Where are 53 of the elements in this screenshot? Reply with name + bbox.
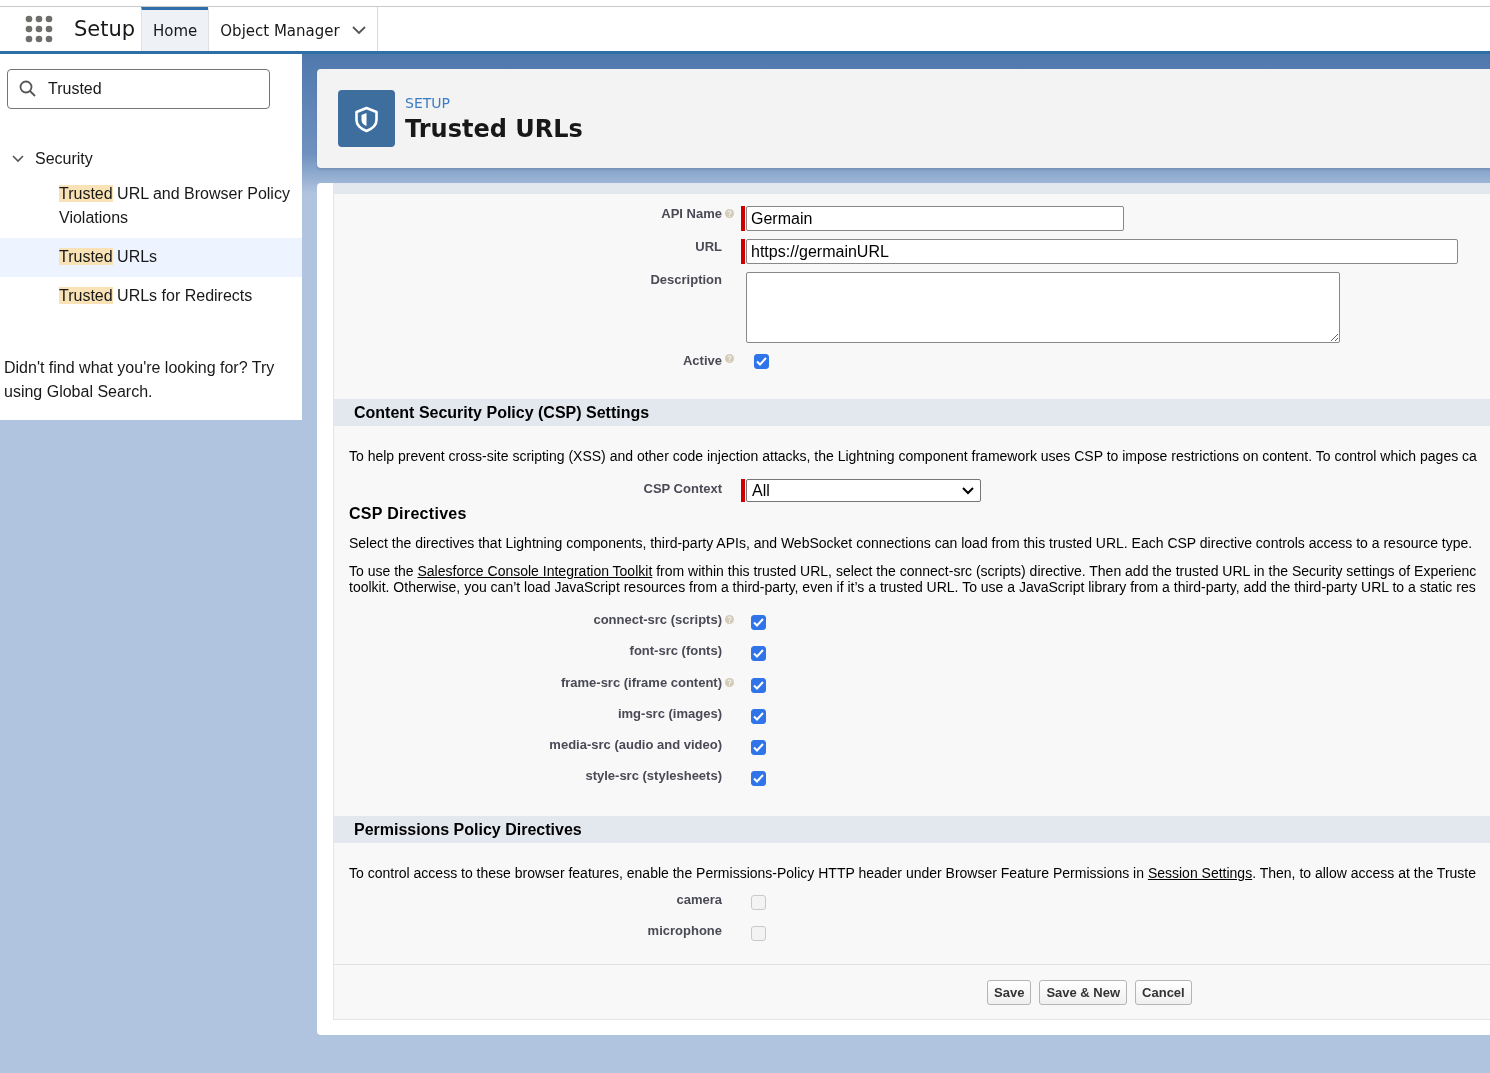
link[interactable]: Salesforce Console Integration Toolkit [417,563,653,579]
app-title: Setup [74,17,137,41]
form-button[interactable]: Save & New [1039,979,1128,1005]
checkbox[interactable] [754,354,769,369]
field-label: Description [649,272,722,287]
nav-tab[interactable]: Object Manager [208,7,377,51]
shield-icon [338,90,395,147]
checkbox[interactable] [751,740,766,756]
checkbox[interactable] [751,708,766,724]
chevron-down-icon[interactable] [962,486,974,495]
tree-item[interactable]: Trusted URLs [0,238,302,277]
tree-node[interactable]: Security [0,147,302,171]
field-label: microphone [646,923,722,939]
field-label: Active [681,352,722,368]
checkbox[interactable] [751,677,766,693]
text-field[interactable]: Germain [746,206,1124,231]
checkbox[interactable] [751,771,766,787]
app-launcher-icon[interactable] [25,15,53,43]
field-label: connect-src (scripts) [592,612,722,627]
field-label: img-src (images) [616,705,722,721]
field-label: API Name [660,206,722,221]
paragraph-line: To use the Salesforce Console Integration Toolkit from within this trusted URL, select the connect-src (scripts) directive. Then add the trusted URL in the Security settings of Experienc [349,563,1478,579]
breadcrumb: SETUP [405,94,451,111]
field-label: CSP Context [642,480,722,496]
field-label: font-src (fonts) [628,643,722,659]
section-header: Content Security Policy (CSP) Settings [334,399,1490,426]
field-label: media-src (audio and video) [548,737,722,753]
paragraph: Select the directives that Lightning components, third-party APIs, and WebSocket connections can load from this trusted URL. Each CSP directive controls access to a resource type. [349,535,1474,551]
section-header: Permissions Policy Directives [334,815,1490,843]
field-label: camera [675,891,722,907]
tree-label: Security [35,150,93,168]
page-title: Trusted URLs [405,114,583,143]
search-icon [19,80,37,98]
chevron-down-icon[interactable] [351,26,366,35]
description-field[interactable] [746,272,1340,343]
form-button[interactable]: Save [987,979,1032,1005]
paragraph: To control access to these browser features, enable the Permissions-Policy HTTP header under Browser Feature Permissions in Session Settings. Then, to allow access at the Truste [349,864,1478,881]
field-label: style-src (stylesheets) [584,768,722,784]
form-button[interactable]: Cancel [1135,979,1192,1005]
paragraph: To help prevent cross-site scripting (XSS) and other code injection attacks, the Lightning component framework uses CSP to impose restrictions on content. To control which pages ca [349,448,1478,464]
tree-item[interactable]: Trusted URLs for Redirects [0,277,302,316]
subheading: CSP Directives [349,505,468,523]
help-text: Didn't find what you're looking for? Try using Global Search. [4,358,276,402]
checkbox[interactable] [751,646,766,662]
dropdown[interactable]: All [746,479,981,502]
field-label: frame-src (iframe content) [559,674,722,690]
search-field[interactable]: Trusted [7,69,270,109]
tree-item[interactable]: Trusted URL and Browser Policy Violations [0,175,302,238]
paragraph-line: toolkit. Otherwise, you can’t load JavaScript resources from a third-party, even if it’s a trusted URL. To use a JavaScript library from a third-party, add the third-party URL to a static res [349,579,1477,595]
nav-tab[interactable]: Home [141,7,209,51]
checkbox[interactable] [751,615,766,630]
text-field[interactable]: https://germainURL [746,239,1458,264]
field-label: URL [694,239,722,254]
